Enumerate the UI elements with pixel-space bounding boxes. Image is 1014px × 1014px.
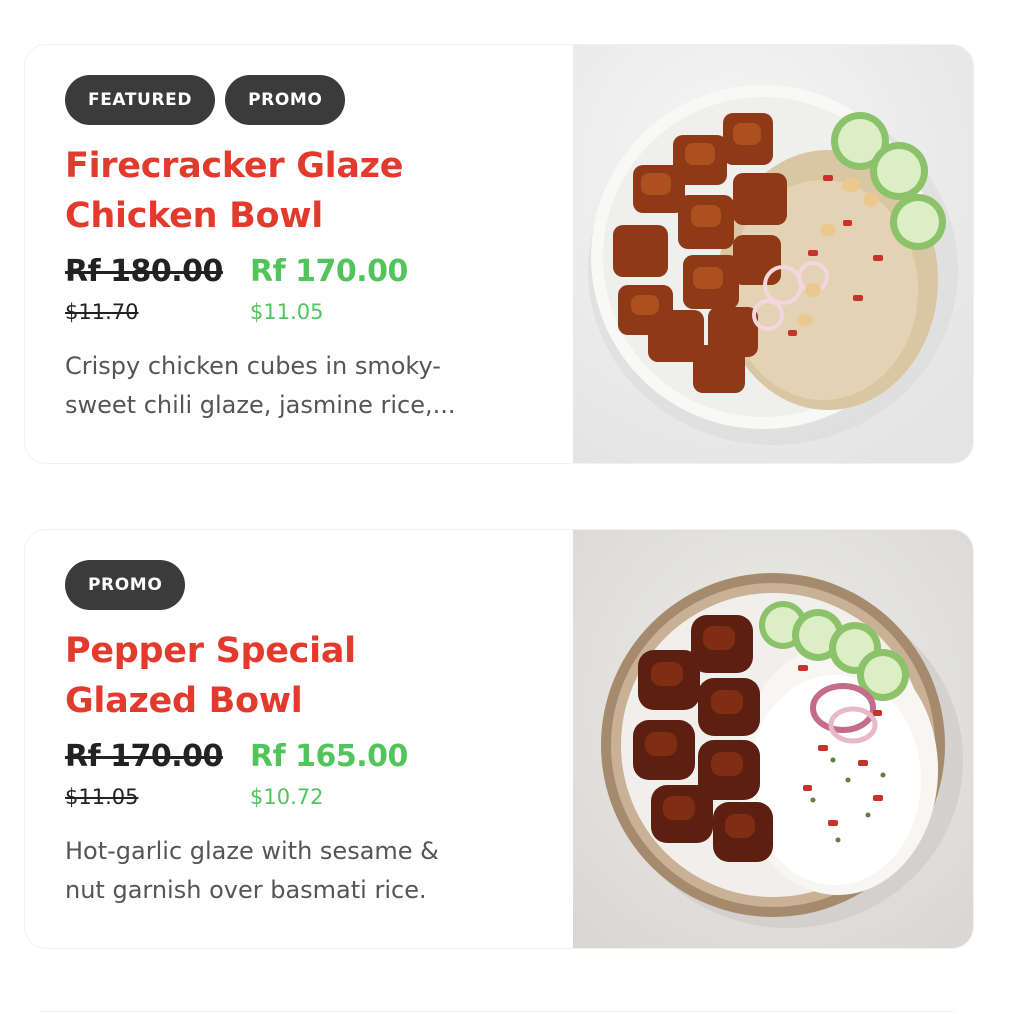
original-price-usd: $11.05 — [65, 785, 139, 809]
menu-item-card[interactable]: FEATURED PROMO Firecracker Glaze Chicken… — [24, 44, 974, 464]
price-block: Rf 170.00 $11.05 Rf 165.00 $10.72 — [65, 734, 535, 812]
item-title: Firecracker Glaze Chicken Bowl — [65, 141, 535, 241]
item-title-line: Firecracker Glaze — [65, 146, 404, 186]
item-description-line: Crispy chicken cubes in smoky- — [65, 352, 441, 380]
original-price-local: Rf 170.00 — [65, 739, 223, 774]
promo-badge: PROMO — [65, 560, 186, 610]
original-price-usd: $11.70 — [65, 300, 139, 324]
item-title-line: Glazed Bowl — [65, 681, 303, 721]
item-title-line: Pepper Special — [65, 631, 356, 671]
item-photo — [573, 45, 973, 463]
menu-item-info: PROMO Pepper Special Glazed Bowl Rf 170.… — [65, 560, 535, 910]
promo-badge: PROMO — [225, 75, 346, 125]
menu-item-card[interactable]: PROMO Pepper Special Glazed Bowl Rf 170.… — [24, 529, 974, 949]
item-description-line: nut garnish over basmati rice. — [65, 876, 427, 904]
item-photo — [573, 530, 973, 948]
price-block: Rf 180.00 $11.70 Rf 170.00 $11.05 — [65, 249, 535, 327]
discounted-price-local: Rf 170.00 — [250, 254, 408, 289]
glazed-bowl-image — [573, 530, 973, 948]
item-description-line: Hot-garlic glaze with sesame & — [65, 837, 439, 865]
item-description: Hot-garlic glaze with sesame & nut garni… — [65, 832, 525, 910]
chicken-rice-bowl-image — [573, 45, 973, 463]
badge-row: FEATURED PROMO — [65, 75, 535, 125]
menu-item-info: FEATURED PROMO Firecracker Glaze Chicken… — [65, 75, 535, 425]
original-price: Rf 170.00 $11.05 — [65, 734, 250, 812]
original-price: Rf 180.00 $11.70 — [65, 249, 250, 327]
discounted-price-usd: $10.72 — [250, 785, 324, 809]
item-description: Crispy chicken cubes in smoky- sweet chi… — [65, 347, 525, 425]
discounted-price: Rf 170.00 $11.05 — [250, 249, 408, 327]
list-divider — [40, 1011, 954, 1012]
discounted-price-local: Rf 165.00 — [250, 739, 408, 774]
original-price-local: Rf 180.00 — [65, 254, 223, 289]
item-title-line: Chicken Bowl — [65, 196, 323, 236]
badge-row: PROMO — [65, 560, 535, 610]
featured-badge: FEATURED — [65, 75, 216, 125]
discounted-price-usd: $11.05 — [250, 300, 324, 324]
discounted-price: Rf 165.00 $10.72 — [250, 734, 408, 812]
item-description-line: sweet chili glaze, jasmine rice,... — [65, 391, 456, 419]
item-title: Pepper Special Glazed Bowl — [65, 626, 535, 726]
